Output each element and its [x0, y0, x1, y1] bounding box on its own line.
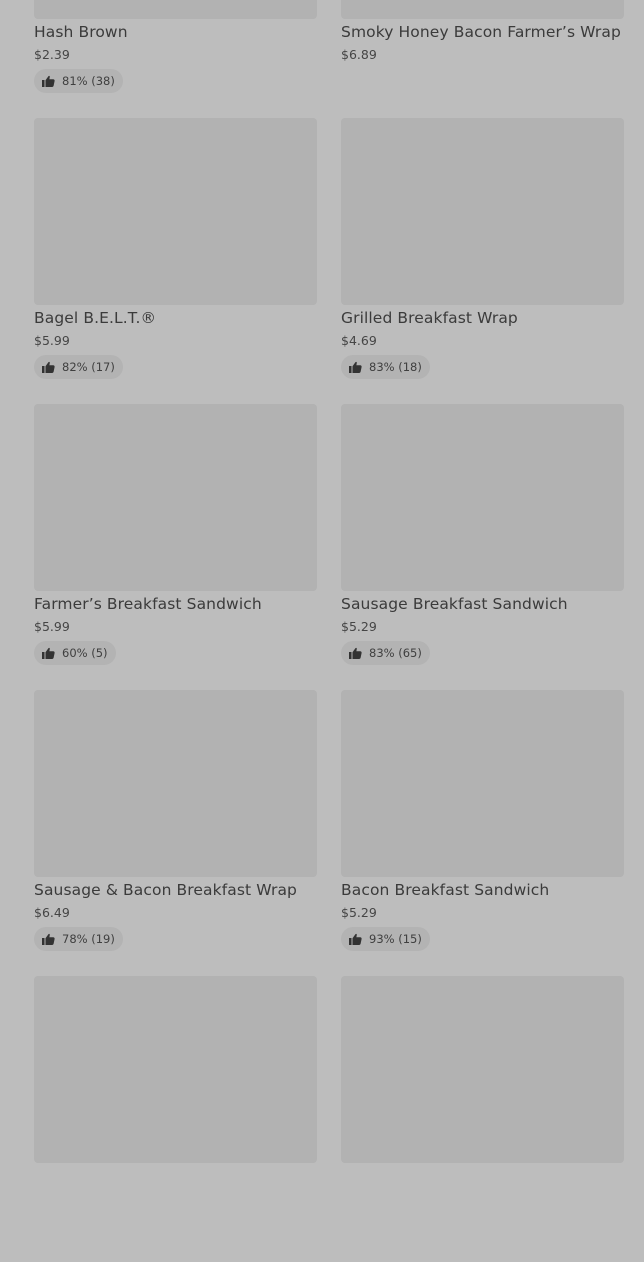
menu-item-image[interactable] — [341, 976, 624, 1163]
menu-item-price: $5.99 — [34, 619, 70, 634]
rating-badge: 83% (18) — [341, 355, 430, 379]
rating-text: 83% (18) — [369, 360, 422, 374]
rating-text: 60% (5) — [62, 646, 108, 660]
thumbs-up-icon — [42, 933, 55, 945]
menu-item-price: $5.99 — [34, 333, 70, 348]
rating-badge: 78% (19) — [34, 927, 123, 951]
rating-badge: 82% (17) — [34, 355, 123, 379]
menu-item-price: $6.89 — [341, 47, 377, 62]
menu-item-name[interactable]: Smoky Honey Bacon Farmer’s Wrap — [341, 22, 621, 42]
menu-item-image[interactable] — [341, 690, 624, 877]
menu-item-image[interactable] — [34, 0, 317, 19]
menu-item-name[interactable]: Grilled Breakfast Wrap — [341, 308, 518, 328]
menu-item-card[interactable]: Sausage Breakfast Sandwich $5.29 83% (65… — [341, 404, 624, 690]
menu-item-image[interactable] — [34, 118, 317, 305]
menu-item-card[interactable] — [34, 976, 317, 1262]
menu-item-name[interactable]: Sausage Breakfast Sandwich — [341, 594, 568, 614]
thumbs-up-icon — [42, 75, 55, 87]
menu-item-image[interactable] — [341, 118, 624, 305]
menu-item-name[interactable]: Bacon Breakfast Sandwich — [341, 880, 549, 900]
thumbs-up-icon — [349, 933, 362, 945]
menu-item-image[interactable] — [341, 0, 624, 19]
menu-item-card[interactable] — [341, 976, 624, 1262]
thumbs-up-icon — [42, 361, 55, 373]
rating-badge: 83% (65) — [341, 641, 430, 665]
rating-badge: 60% (5) — [34, 641, 116, 665]
rating-text: 93% (15) — [369, 932, 422, 946]
menu-item-card[interactable]: Smoky Honey Bacon Farmer’s Wrap $6.89 — [341, 0, 624, 118]
rating-badge: 81% (38) — [34, 69, 123, 93]
menu-item-card[interactable]: Bacon Breakfast Sandwich $5.29 93% (15) — [341, 690, 624, 976]
menu-item-price: $6.49 — [34, 905, 70, 920]
menu-item-name[interactable]: Bagel B.E.L.T.® — [34, 308, 156, 328]
thumbs-up-icon — [42, 647, 55, 659]
thumbs-up-icon — [349, 647, 362, 659]
menu-item-card[interactable]: Grilled Breakfast Wrap $4.69 83% (18) — [341, 118, 624, 404]
menu-item-card[interactable]: Hash Brown $2.39 81% (38) — [34, 0, 317, 118]
menu-item-price: $4.69 — [341, 333, 377, 348]
menu-item-name[interactable]: Hash Brown — [34, 22, 128, 42]
rating-text: 83% (65) — [369, 646, 422, 660]
rating-text: 82% (17) — [62, 360, 115, 374]
menu-item-price: $5.29 — [341, 905, 377, 920]
menu-item-card[interactable]: Bagel B.E.L.T.® $5.99 82% (17) — [34, 118, 317, 404]
menu-item-name[interactable]: Sausage & Bacon Breakfast Wrap — [34, 880, 297, 900]
menu-item-card[interactable]: Farmer’s Breakfast Sandwich $5.99 60% (5… — [34, 404, 317, 690]
menu-item-image[interactable] — [34, 690, 317, 877]
menu-item-name[interactable]: Farmer’s Breakfast Sandwich — [34, 594, 262, 614]
rating-badge: 93% (15) — [341, 927, 430, 951]
menu-grid: Hash Brown $2.39 81% (38) Smoky Honey Ba… — [34, 0, 624, 1262]
rating-text: 81% (38) — [62, 74, 115, 88]
menu-item-price: $5.29 — [341, 619, 377, 634]
menu-item-image[interactable] — [34, 404, 317, 591]
menu-item-card[interactable]: Sausage & Bacon Breakfast Wrap $6.49 78%… — [34, 690, 317, 976]
menu-item-price: $2.39 — [34, 47, 70, 62]
menu-item-image[interactable] — [341, 404, 624, 591]
menu-item-image[interactable] — [34, 976, 317, 1163]
thumbs-up-icon — [349, 361, 362, 373]
rating-text: 78% (19) — [62, 932, 115, 946]
